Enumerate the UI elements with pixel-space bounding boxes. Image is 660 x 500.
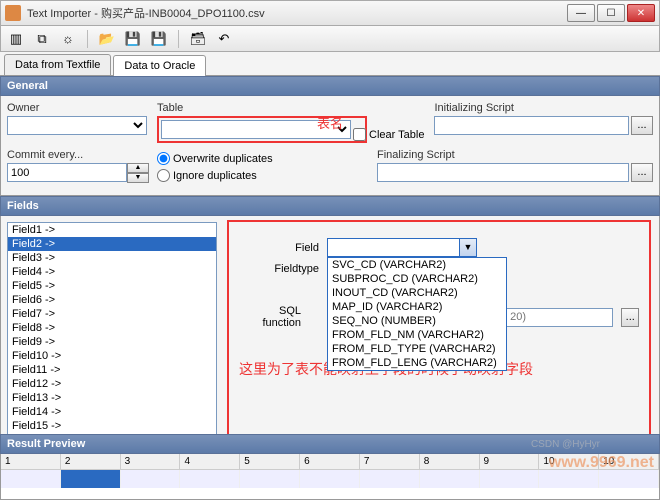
owner-label: Owner [7, 102, 147, 114]
minimize-button[interactable]: — [567, 4, 595, 22]
field-list-item[interactable]: Field15 -> [8, 419, 216, 433]
fields-panel: Field1 ->Field2 ->Field3 ->Field4 ->Fiel… [0, 216, 660, 446]
final-script-input[interactable] [377, 163, 629, 182]
preview-col-header[interactable]: 5 [240, 454, 300, 469]
preview-col-header[interactable]: 9 [480, 454, 540, 469]
sqlfunc-browse[interactable]: ... [621, 308, 639, 327]
dropdown-option[interactable]: SEQ_NO (NUMBER) [328, 314, 506, 328]
copy-icon[interactable]: ⧉ [33, 30, 51, 48]
dropdown-option[interactable]: FROM_FLD_TYPE (VARCHAR2) [328, 342, 506, 356]
ignore-radio[interactable]: Ignore duplicates [157, 169, 367, 182]
preview-col-header[interactable]: 6 [300, 454, 360, 469]
sqlfunc-label: SQL function [239, 305, 301, 329]
init-script-browse[interactable]: ... [631, 116, 653, 135]
window-title: Text Importer - 购买产品-INB0004_DPO1100.csv [27, 5, 561, 21]
preview-col-header[interactable]: 1 [1, 454, 61, 469]
init-script-input[interactable] [434, 116, 629, 135]
table-annotation: 表名 [317, 113, 343, 132]
preview-col-header[interactable]: 8 [420, 454, 480, 469]
commit-label: Commit every... [7, 149, 147, 161]
init-script-label: Initializing Script [434, 102, 653, 114]
open-icon[interactable]: 📂 [98, 30, 116, 48]
preview-cell[interactable] [599, 470, 659, 488]
fieldtype-label: Fieldtype [239, 263, 319, 275]
dropdown-option[interactable]: SUBPROC_CD (VARCHAR2) [328, 272, 506, 286]
mapping-highlight: Field ▼ SVC_CD (VARCHAR2)SUBPROC_CD (VAR… [227, 220, 651, 437]
dropdown-option[interactable]: FROM_FLD_NM (VARCHAR2) [328, 328, 506, 342]
dropdown-option[interactable]: FROM_FLD_LENG (VARCHAR2) [328, 356, 506, 370]
new-icon[interactable]: ▥ [7, 30, 25, 48]
undo-icon[interactable]: ↶ [215, 30, 233, 48]
toolbar: ▥ ⧉ ☼ 📂 💾 💾 🗃 ↶ [0, 26, 660, 52]
separator [178, 30, 179, 48]
field-dropdown[interactable]: ▼ SVC_CD (VARCHAR2)SUBPROC_CD (VARCHAR2)… [327, 238, 477, 257]
commit-down[interactable]: ▼ [127, 173, 149, 183]
preview-cell[interactable] [420, 470, 480, 488]
preview-cell[interactable] [480, 470, 540, 488]
preview-cell[interactable] [300, 470, 360, 488]
field-list-item[interactable]: Field2 -> [8, 237, 216, 251]
field-dropdown-list[interactable]: SVC_CD (VARCHAR2)SUBPROC_CD (VARCHAR2)IN… [327, 257, 507, 371]
field-list-item[interactable]: Field6 -> [8, 293, 216, 307]
field-detail-pane: Field ▼ SVC_CD (VARCHAR2)SUBPROC_CD (VAR… [223, 216, 659, 445]
app-icon [5, 5, 21, 21]
tab-textfile[interactable]: Data from Textfile [4, 54, 111, 75]
watermark: www.9969.net [549, 454, 654, 472]
field-list-item[interactable]: Field13 -> [8, 391, 216, 405]
preview-cell[interactable] [240, 470, 300, 488]
maximize-button[interactable]: ☐ [597, 4, 625, 22]
chevron-down-icon[interactable]: ▼ [459, 239, 476, 256]
field-list-item[interactable]: Field3 -> [8, 251, 216, 265]
general-header: General [0, 76, 660, 96]
settings-icon[interactable]: ☼ [59, 30, 77, 48]
overwrite-radio[interactable]: Overwrite duplicates [157, 152, 367, 165]
save-icon[interactable]: 💾 [124, 30, 142, 48]
field-list-item[interactable]: Field10 -> [8, 349, 216, 363]
final-script-browse[interactable]: ... [631, 163, 653, 182]
saveas-icon[interactable]: 💾 [150, 30, 168, 48]
preview-col-header[interactable]: 7 [360, 454, 420, 469]
db-icon[interactable]: 🗃 [189, 30, 207, 48]
general-panel: Owner Table 表名 Clear Table Initializing … [0, 96, 660, 196]
watermark-csdn: CSDN @HyHyr [531, 439, 600, 450]
close-button[interactable]: ✕ [627, 4, 655, 22]
field-list-item[interactable]: Field1 -> [8, 223, 216, 237]
preview-cell[interactable] [360, 470, 420, 488]
preview-cell[interactable] [1, 470, 61, 488]
field-list[interactable]: Field1 ->Field2 ->Field3 ->Field4 ->Fiel… [7, 222, 217, 439]
field-list-item[interactable]: Field11 -> [8, 363, 216, 377]
window-buttons: — ☐ ✕ [567, 4, 655, 22]
commit-up[interactable]: ▲ [127, 163, 149, 173]
field-list-item[interactable]: Field7 -> [8, 307, 216, 321]
field-label: Field [239, 242, 319, 254]
preview-cell[interactable] [180, 470, 240, 488]
clear-table-input[interactable] [353, 128, 366, 141]
tab-bar: Data from Textfile Data to Oracle [0, 52, 660, 76]
preview-cell[interactable] [61, 470, 121, 488]
tab-oracle[interactable]: Data to Oracle [113, 55, 206, 76]
preview-col-header[interactable]: 4 [180, 454, 240, 469]
preview-col-header[interactable]: 3 [121, 454, 181, 469]
field-list-item[interactable]: Field14 -> [8, 405, 216, 419]
owner-select[interactable] [7, 116, 147, 135]
preview-cell[interactable] [121, 470, 181, 488]
dropdown-option[interactable]: INOUT_CD (VARCHAR2) [328, 286, 506, 300]
dropdown-option[interactable]: SVC_CD (VARCHAR2) [328, 258, 506, 272]
preview-col-header[interactable]: 2 [61, 454, 121, 469]
separator [87, 30, 88, 48]
fields-header: Fields [0, 196, 660, 216]
preview-cell[interactable] [539, 470, 599, 488]
field-list-item[interactable]: Field12 -> [8, 377, 216, 391]
field-list-item[interactable]: Field5 -> [8, 279, 216, 293]
final-script-label: Finalizing Script [377, 149, 653, 161]
dropdown-option[interactable]: MAP_ID (VARCHAR2) [328, 300, 506, 314]
commit-input[interactable] [7, 163, 127, 182]
field-list-item[interactable]: Field4 -> [8, 265, 216, 279]
titlebar: Text Importer - 购买产品-INB0004_DPO1100.csv… [0, 0, 660, 26]
field-list-item[interactable]: Field8 -> [8, 321, 216, 335]
field-list-item[interactable]: Field9 -> [8, 335, 216, 349]
clear-table-checkbox[interactable]: Clear Table [353, 128, 424, 141]
